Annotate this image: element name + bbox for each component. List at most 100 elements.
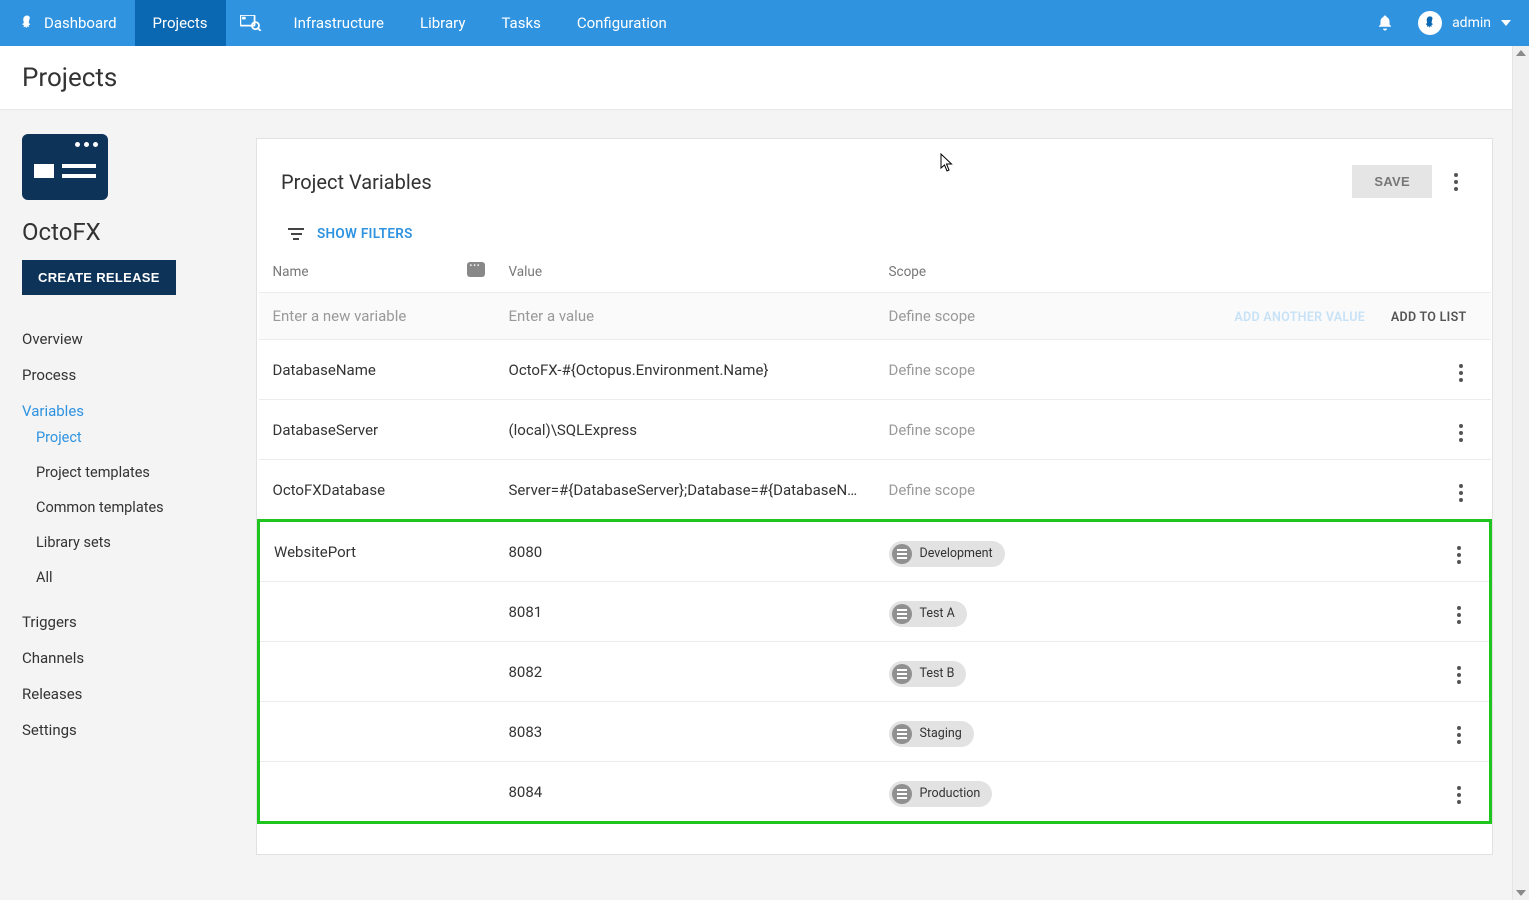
row-overflow-menu[interactable]: [1447, 603, 1471, 627]
variable-name-cell[interactable]: [259, 582, 495, 642]
add-another-value-button[interactable]: ADD ANOTHER VALUE: [1234, 310, 1365, 325]
user-menu[interactable]: admin: [1408, 0, 1529, 46]
nav-dashboard[interactable]: Dashboard: [0, 0, 135, 46]
scrollbar[interactable]: [1512, 46, 1529, 900]
description-icon[interactable]: [467, 262, 485, 277]
variable-value-cell[interactable]: 8081: [495, 582, 875, 642]
new-variable-name-input[interactable]: Enter a new variable: [259, 293, 495, 340]
variable-name-cell[interactable]: [259, 702, 495, 762]
variable-value-cell[interactable]: (local)\SQLExpress: [495, 400, 875, 460]
scope-chip-label: Test B: [920, 666, 955, 681]
row-overflow-menu[interactable]: [1447, 663, 1471, 687]
variable-name-cell[interactable]: [259, 642, 495, 702]
sidenav-variables-library-sets[interactable]: Library sets: [36, 525, 256, 560]
add-to-list-button[interactable]: ADD TO LIST: [1391, 310, 1477, 325]
nav-tasks-label: Tasks: [501, 14, 540, 32]
chevron-down-icon: [1501, 20, 1511, 26]
sidenav-variables-library-sets-label: Library sets: [36, 534, 111, 551]
page-header: Projects: [0, 46, 1529, 110]
variable-scope-cell[interactable]: Production: [875, 762, 1191, 823]
variable-scope-cell[interactable]: Development: [875, 521, 1191, 582]
sidenav-triggers-label: Triggers: [22, 613, 77, 631]
sidenav-variables-common-templates[interactable]: Common templates: [36, 490, 256, 525]
row-overflow-menu[interactable]: [1447, 543, 1471, 567]
filter-icon: [287, 228, 305, 240]
sidenav-variables-label: Variables: [22, 402, 84, 420]
sidenav-variables-all[interactable]: All: [36, 560, 256, 595]
sidenav-variables[interactable]: Variables Project Project templates Comm…: [22, 393, 256, 604]
nav-library[interactable]: Library: [402, 0, 483, 46]
variables-card: Project Variables SAVE SHOW FILTERS Name…: [256, 138, 1493, 855]
sidenav-settings-label: Settings: [22, 721, 77, 739]
sidenav-channels-label: Channels: [22, 649, 84, 667]
variable-scope-cell[interactable]: Staging: [875, 702, 1191, 762]
variable-value-cell[interactable]: 8082: [495, 642, 875, 702]
variable-scope-cell[interactable]: Define scope: [875, 340, 1191, 400]
sidenav-overview[interactable]: Overview: [22, 321, 256, 357]
variable-value-cell[interactable]: 8083: [495, 702, 875, 762]
create-release-button[interactable]: CREATE RELEASE: [22, 260, 176, 295]
sidenav-overview-label: Overview: [22, 330, 83, 348]
row-overflow-menu[interactable]: [1449, 481, 1473, 505]
variable-name-cell[interactable]: DatabaseServer: [259, 400, 495, 460]
scope-chip[interactable]: Development: [889, 541, 1005, 567]
scope-chip[interactable]: Test A: [889, 601, 967, 627]
new-variable-value-input[interactable]: Enter a value: [495, 293, 875, 340]
row-overflow-menu[interactable]: [1447, 783, 1471, 807]
variable-name-cell[interactable]: DatabaseName: [259, 340, 495, 400]
new-variable-scope-input[interactable]: Define scope: [875, 293, 1191, 340]
variable-value-cell[interactable]: OctoFX-#{Octopus.Environment.Name}: [495, 340, 875, 400]
project-name: OctoFX: [22, 218, 256, 246]
sidenav-process-label: Process: [22, 366, 76, 384]
row-overflow-menu[interactable]: [1449, 361, 1473, 385]
variable-actions-cell: [1191, 400, 1491, 460]
variable-name-cell[interactable]: OctoFXDatabase: [259, 460, 495, 521]
page-title: Projects: [22, 63, 117, 93]
environment-icon: [892, 544, 912, 564]
nav-projects[interactable]: Projects: [135, 0, 226, 46]
variable-actions-cell: [1191, 340, 1491, 400]
row-overflow-menu[interactable]: [1449, 421, 1473, 445]
sidenav-process[interactable]: Process: [22, 357, 256, 393]
sidenav-releases[interactable]: Releases: [22, 676, 256, 712]
sidenav-triggers[interactable]: Triggers: [22, 604, 256, 640]
card-overflow-menu[interactable]: [1444, 170, 1468, 194]
show-filters-button[interactable]: SHOW FILTERS: [317, 226, 413, 242]
nav-tasks[interactable]: Tasks: [483, 0, 558, 46]
main-content: Project Variables SAVE SHOW FILTERS Name…: [256, 110, 1529, 900]
nav-infrastructure[interactable]: Infrastructure: [276, 0, 402, 46]
sidenav-variables-project-templates-label: Project templates: [36, 464, 150, 481]
variable-actions-cell: [1191, 642, 1491, 702]
sidenav-variables-project-label: Project: [36, 429, 82, 446]
bell-icon: [1376, 14, 1394, 32]
nav-configuration[interactable]: Configuration: [559, 0, 685, 46]
col-value: Value: [495, 256, 875, 293]
sidenav-variables-project-templates[interactable]: Project templates: [36, 455, 256, 490]
scope-chip-label: Staging: [920, 726, 962, 741]
sidenav-channels[interactable]: Channels: [22, 640, 256, 676]
variable-scope-cell[interactable]: Define scope: [875, 460, 1191, 521]
variable-value-cell[interactable]: Server=#{DatabaseServer};Database=#{Data…: [495, 460, 875, 521]
sidenav-variables-project[interactable]: Project: [36, 420, 256, 455]
avatar: [1418, 11, 1442, 35]
scope-chip[interactable]: Staging: [889, 721, 974, 747]
nav-dashboard-label: Dashboard: [44, 14, 117, 32]
variable-name-cell[interactable]: WebsitePort: [259, 521, 495, 582]
scope-chip[interactable]: Test B: [889, 661, 967, 687]
variable-scope-cell[interactable]: Test B: [875, 642, 1191, 702]
variable-name-cell[interactable]: [259, 762, 495, 823]
nav-search[interactable]: [226, 0, 276, 46]
scope-chip-label: Production: [920, 786, 981, 801]
save-button[interactable]: SAVE: [1352, 165, 1432, 198]
sidenav-settings[interactable]: Settings: [22, 712, 256, 748]
variable-scope-cell[interactable]: Define scope: [875, 400, 1191, 460]
notifications-button[interactable]: [1362, 0, 1408, 46]
variable-scope-cell[interactable]: Test A: [875, 582, 1191, 642]
variable-value-cell[interactable]: 8080: [495, 521, 875, 582]
row-overflow-menu[interactable]: [1447, 723, 1471, 747]
scope-chip[interactable]: Production: [889, 781, 993, 807]
scope-chip-label: Development: [920, 546, 993, 561]
variable-row: 8082 Test B: [259, 642, 1491, 702]
variable-value-cell[interactable]: 8084: [495, 762, 875, 823]
sidenav-variables-common-templates-label: Common templates: [36, 499, 164, 516]
